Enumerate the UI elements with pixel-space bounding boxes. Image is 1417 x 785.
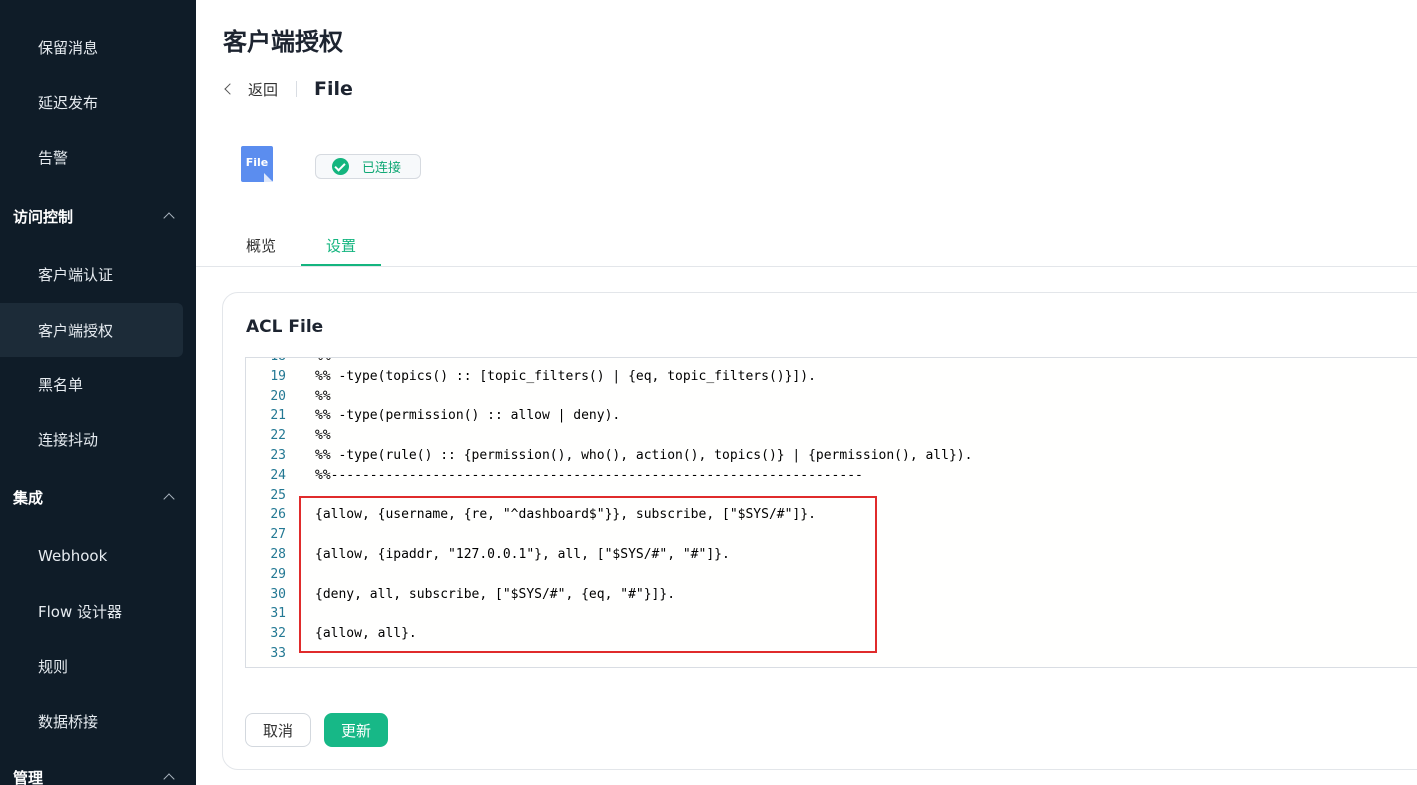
sidebar-item-rules[interactable]: 规则 [0, 639, 183, 693]
back-label: 返回 [248, 80, 279, 99]
sidebar-group-label: 管理 [13, 768, 44, 785]
detail-name: File [314, 78, 353, 100]
code-line: 28 {allow, {ipaddr, "127.0.0.1"}, all, ["… [246, 545, 1417, 565]
code-text: {allow, {ipaddr, "127.0.0.1"}, all, ["$S… [315, 547, 730, 562]
sidebar-item-flow-designer[interactable]: Flow 设计器 [0, 584, 183, 638]
sidebar-item-label: 客户端认证 [38, 265, 114, 284]
sidebar-group-label: 访问控制 [13, 207, 74, 226]
sidebar-item-authorization[interactable]: 客户端授权 [0, 303, 183, 357]
sidebar-item-label: 数据桥接 [38, 712, 99, 731]
sidebar-item-data-bridge[interactable]: 数据桥接 [0, 694, 183, 748]
sidebar-item-blacklist[interactable]: 黑名单 [0, 357, 183, 411]
code-text: %% [315, 428, 331, 444]
divider [296, 81, 298, 97]
status-badge: 已连接 [315, 154, 421, 179]
line-number: 33 [270, 646, 286, 661]
cancel-button[interactable]: 取消 [245, 713, 311, 747]
sidebar: 保留消息 延迟发布 告警 访问控制 客户端认证 客户端授权 黑名单 连接抖动 集… [0, 0, 196, 785]
sidebar-group-management[interactable]: 管理 [0, 752, 183, 785]
code-text: %% [315, 358, 331, 367]
code-line: 22%% [246, 426, 1417, 446]
code-line: 31 [246, 604, 1417, 624]
status-text: 已连接 [362, 161, 402, 176]
sidebar-item-authentication[interactable]: 客户端认证 [0, 247, 183, 301]
sidebar-group-label: 集成 [13, 488, 44, 507]
line-number: 19 [270, 368, 286, 384]
line-number: 18 [246, 358, 286, 367]
tab-bar: 概览 设置 [196, 226, 1417, 267]
code-line: 21 %% -type(permission() :: allow | deny)… [246, 406, 1417, 426]
sidebar-item-label: 规则 [38, 657, 69, 676]
page-title: 客户端授权 [223, 28, 343, 56]
file-icon-fold [264, 173, 273, 182]
check-circle-icon [332, 158, 349, 175]
file-icon: File [241, 146, 275, 184]
file-icon-label: File [245, 156, 269, 169]
code-text: %% [315, 388, 331, 404]
line-number: 29 [270, 566, 286, 582]
card-title: ACL File [246, 317, 324, 337]
tab-settings[interactable]: 设置 [301, 226, 381, 266]
code-text: %% -type(rule() :: {permission(), who(),… [315, 448, 973, 463]
back-button[interactable]: 返回 [222, 79, 278, 100]
code-text: %% -type(topics() :: [topic_filters() | … [315, 368, 816, 384]
code-line: 33 [246, 644, 1417, 664]
code-line: 27 [246, 525, 1417, 545]
chevron-up-icon [163, 773, 175, 785]
line-number: 22 [270, 428, 286, 444]
code-line: 23 %% -type(rule() :: {permission(), who(… [246, 446, 1417, 466]
sidebar-item-delayed-publish[interactable]: 延迟发布 [0, 75, 183, 129]
code-line: 30 {deny, all, subscribe, ["$SYS/#", {eq,… [246, 585, 1417, 605]
line-number: 25 [270, 487, 286, 503]
sidebar-group-access-control[interactable]: 访问控制 [0, 191, 183, 241]
line-number: 20 [270, 388, 286, 404]
code-text: %%--------------------------------------… [315, 467, 863, 483]
code-line: 24 %%------------------------------------… [246, 466, 1417, 486]
code-editor[interactable]: 33 32 {allow, all}. 31 30 {deny, all, subscri… [245, 357, 1417, 668]
sidebar-item-label: 连接抖动 [38, 430, 99, 449]
acl-file-card: ACL File 33 32 {allow, all}. 31 30 {deny, all… [222, 292, 1417, 770]
code-line: 26 {allow, {username, {re, "^dashboard$"}… [246, 505, 1417, 525]
chevron-up-icon [163, 493, 175, 505]
code-text: %% -type(permission() :: allow | deny). [315, 408, 621, 424]
sidebar-item-label: 保留消息 [38, 38, 99, 57]
line-number: 26 [270, 507, 286, 523]
sidebar-item-webhook[interactable]: Webhook [0, 529, 183, 583]
sidebar-item-alarms[interactable]: 告警 [0, 130, 183, 184]
sidebar-item-label: 延迟发布 [38, 93, 99, 112]
tab-overview[interactable]: 概览 [246, 226, 276, 265]
main-content: 客户端授权 返回 File File 已连接 概览 设置 ACL File 33… [196, 0, 1417, 785]
code-text: {allow, {username, {re, "^dashboard$"}},… [315, 507, 816, 523]
sidebar-item-flapping-detect[interactable]: 连接抖动 [0, 412, 183, 466]
code-line: 19 %% -type(topics() :: [topic_filters() … [246, 367, 1417, 387]
line-number: 23 [270, 448, 286, 463]
code-text: {allow, all}. [315, 626, 417, 642]
code-line: 29 [246, 565, 1417, 585]
code-line: 25 [246, 486, 1417, 506]
sidebar-group-integration[interactable]: 集成 [0, 472, 183, 522]
code-line: 20%% [246, 387, 1417, 407]
sidebar-item-label: Flow 设计器 [38, 602, 123, 621]
line-number: 32 [270, 626, 286, 642]
sidebar-item-label: Webhook [38, 547, 108, 565]
sidebar-item-retained-messages[interactable]: 保留消息 [0, 20, 183, 74]
sidebar-item-label: 告警 [38, 148, 69, 167]
line-number: 27 [270, 527, 286, 543]
code-line: 18%% [246, 358, 1417, 367]
line-number: 28 [270, 547, 286, 562]
line-number: 30 [270, 586, 286, 602]
chevron-up-icon [163, 212, 175, 224]
line-number: 31 [270, 606, 286, 622]
sidebar-item-label: 客户端授权 [38, 321, 114, 340]
line-number: 24 [270, 467, 286, 483]
code-line: 32 {allow, all}. [246, 624, 1417, 644]
chevron-left-icon [224, 83, 236, 95]
breadcrumb: 返回 File [222, 76, 353, 102]
update-button[interactable]: 更新 [324, 713, 388, 747]
sidebar-item-label: 黑名单 [38, 375, 84, 394]
line-number: 21 [270, 408, 286, 424]
code-text: {deny, all, subscribe, ["$SYS/#", {eq, "… [315, 586, 676, 602]
